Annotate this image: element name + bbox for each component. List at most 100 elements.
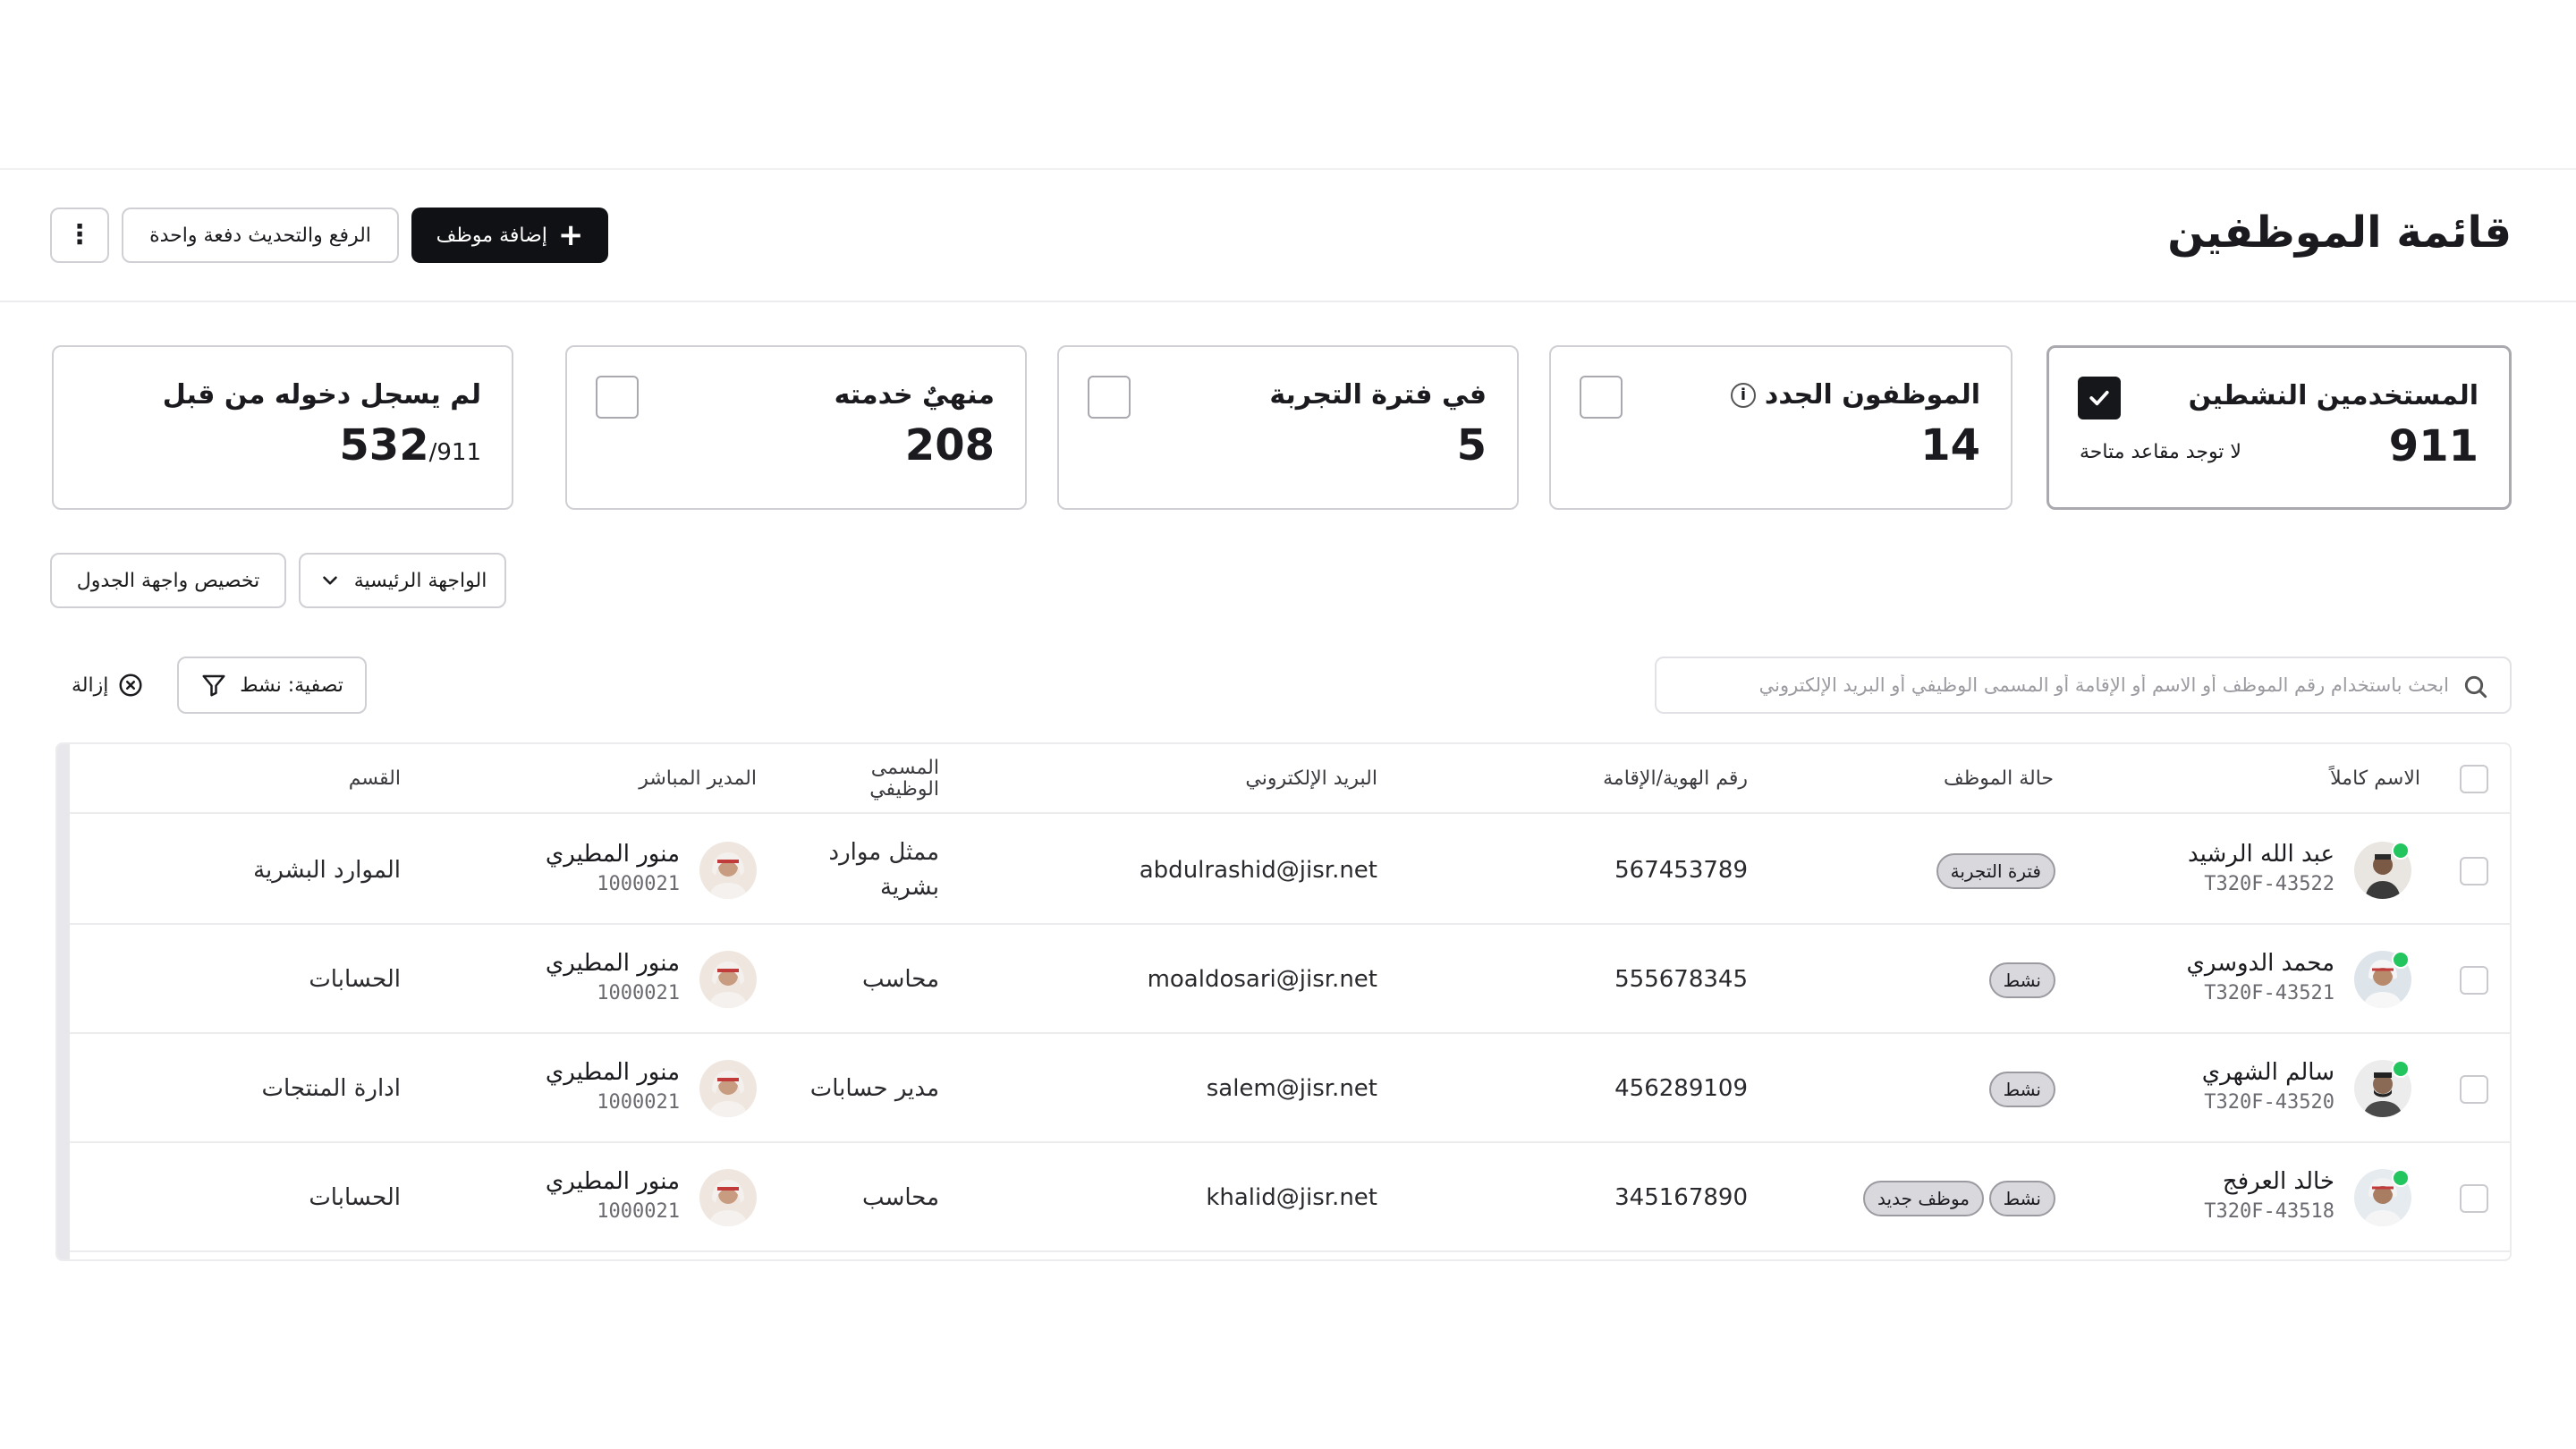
stat-card-active-users[interactable]: المستخدمين النشطين 911 لا توجد مقاعد متا… [2046, 345, 2512, 510]
employee-code: T320F-43518 [2204, 1200, 2334, 1223]
manager-name-block: منور المطيري 1000021 [546, 950, 680, 1004]
employee-table: الاسم كاملاً حالة الموظف رقم الهوية/الإق… [55, 742, 2512, 1261]
stat-checkbox-terminated[interactable] [596, 376, 639, 419]
manager-name: منور المطيري [545, 841, 680, 868]
status-badge: نشط [1988, 1181, 2055, 1216]
column-header-id[interactable]: رقم الهوية/الإقامة [1603, 744, 1748, 814]
stat-value: 14 [1920, 420, 1980, 470]
column-header-status[interactable]: حالة الموظف [1944, 744, 2054, 814]
stat-value: 532 [339, 420, 429, 470]
stat-title: في فترة التجربة [1269, 379, 1487, 411]
clear-filter-label: إزالة [72, 674, 109, 697]
column-header-email[interactable]: البريد الإلكتروني [1245, 744, 1377, 814]
page-header: قائمة الموظفين + إضافة موظف الرفع والتحد… [0, 172, 2576, 302]
add-employee-button[interactable]: + إضافة موظف [411, 208, 608, 263]
job-title: محاسب [862, 966, 939, 993]
check-icon [2089, 390, 2109, 406]
manager-avatar [699, 951, 757, 1008]
column-header-job-title[interactable]: المسمى الوظيفي [859, 744, 939, 814]
manager-name: منور المطيري [545, 950, 680, 977]
table-row[interactable]: محمد الدوسري T320F-43521 نشط 555678345 m… [70, 925, 2510, 1034]
email[interactable]: abdulrashid@jisr.net [1140, 816, 1377, 925]
stat-title: منهيٌ خدمته [834, 379, 995, 411]
manager-code: 1000021 [597, 873, 680, 895]
customize-table-label: تخصيص واجهة الجدول [76, 569, 260, 592]
row-checkbox[interactable] [2460, 966, 2488, 995]
department: الموارد البشرية [253, 857, 401, 884]
top-bar [0, 0, 2576, 170]
stat-card-never-logged-in[interactable]: لم يسجل دخوله من قبل 532/911 [52, 345, 513, 510]
search-input[interactable] [1716, 667, 2449, 703]
search-icon [2464, 675, 2487, 699]
employee-name: خالد العرفج [2222, 1168, 2334, 1195]
table-row[interactable]: عبد الله الرشيد T320F-43522 فترة التجربة… [70, 816, 2510, 925]
table-row[interactable]: سالم الشهري T320F-43520 نشط 456289109 sa… [70, 1034, 2510, 1143]
active-filter-label: تصفية: نشط [240, 674, 343, 697]
main-view-dropdown[interactable]: الواجهة الرئيسية [299, 553, 506, 608]
stat-note: لا توجد مقاعد متاحة [2080, 441, 2241, 463]
email[interactable]: moaldosari@jisr.net [1148, 925, 1377, 1034]
new-employee-badge: موظف جديد [1863, 1181, 1984, 1216]
stat-checkbox-active-users[interactable] [2078, 377, 2121, 419]
table-row[interactable]: خالد العرفج T320F-43518 نشط موظف جديد 34… [70, 1143, 2510, 1252]
id-number: 345167890 [1614, 1184, 1748, 1211]
bulk-upload-label: الرفع والتحديث دفعة واحدة [149, 224, 371, 247]
employee-name-block[interactable]: محمد الدوسري T320F-43521 [2187, 950, 2334, 1004]
employee-code: T320F-43520 [2204, 1091, 2334, 1114]
manager-name: منور المطيري [545, 1059, 680, 1086]
manager-name-block: منور المطيري 1000021 [546, 1168, 680, 1223]
department: ادارة المنتجات [261, 1075, 401, 1102]
employee-code: T320F-43521 [2204, 982, 2334, 1004]
status-badge: نشط [1988, 1072, 2055, 1107]
info-icon[interactable]: i [1730, 382, 1756, 408]
email[interactable]: khalid@jisr.net [1206, 1143, 1377, 1252]
id-number: 456289109 [1614, 1075, 1748, 1102]
stat-title: لم يسجل دخوله من قبل [162, 379, 481, 411]
department: الحسابات [309, 966, 401, 993]
plus-icon: + [557, 217, 584, 253]
bulk-upload-button[interactable]: الرفع والتحديث دفعة واحدة [122, 208, 399, 263]
select-all-checkbox[interactable] [2460, 765, 2488, 793]
stat-value: 208 [904, 420, 995, 470]
clear-filter-button[interactable]: إزالة [72, 669, 144, 701]
close-circle-icon [119, 674, 142, 697]
column-header-department[interactable]: القسم [349, 744, 401, 814]
online-indicator [2392, 1169, 2410, 1187]
column-header-name[interactable]: الاسم كاملاً [2330, 744, 2420, 814]
column-header-manager[interactable]: المدير المباشر [639, 744, 757, 814]
email[interactable]: salem@jisr.net [1207, 1034, 1377, 1143]
stat-card-terminated[interactable]: منهيٌ خدمته 208 [565, 345, 1027, 510]
table-header: الاسم كاملاً حالة الموظف رقم الهوية/الإق… [70, 744, 2510, 814]
row-checkbox[interactable] [2460, 857, 2488, 886]
main-view-label: الواجهة الرئيسية [353, 569, 487, 592]
chevron-down-icon [322, 576, 337, 585]
more-options-button[interactable]: ⋮ [50, 208, 109, 263]
horizontal-scrollbar[interactable] [57, 744, 70, 1259]
stat-title-wrap: الموظفون الجدد i [1730, 379, 1980, 411]
manager-code: 1000021 [597, 982, 680, 1004]
stat-title: المستخدمين النشطين [2188, 380, 2479, 411]
stat-checkbox-probation[interactable] [1088, 376, 1131, 419]
stat-value: 5 [1456, 420, 1487, 470]
online-indicator [2392, 951, 2410, 969]
stat-card-new-employees[interactable]: الموظفون الجدد i 14 [1549, 345, 2012, 510]
customize-table-button[interactable]: تخصيص واجهة الجدول [50, 553, 286, 608]
id-number: 555678345 [1614, 966, 1748, 993]
employee-name: محمد الدوسري [2186, 950, 2334, 977]
employee-name-block[interactable]: سالم الشهري T320F-43520 [2202, 1059, 2334, 1114]
stat-card-probation[interactable]: في فترة التجربة 5 [1057, 345, 1519, 510]
online-indicator [2392, 842, 2410, 860]
employee-name: سالم الشهري [2201, 1059, 2334, 1086]
department: الحسابات [309, 1184, 401, 1211]
manager-avatar [699, 1060, 757, 1117]
row-checkbox[interactable] [2460, 1075, 2488, 1104]
stat-checkbox-new-employees[interactable] [1580, 376, 1623, 419]
employee-search[interactable] [1655, 657, 2512, 714]
employee-name-block[interactable]: خالد العرفج T320F-43518 [2204, 1168, 2334, 1223]
row-checkbox[interactable] [2460, 1184, 2488, 1213]
manager-code: 1000021 [597, 1091, 680, 1114]
manager-code: 1000021 [597, 1200, 680, 1223]
active-filter-button[interactable]: تصفية: نشط [177, 657, 367, 714]
employee-name-block[interactable]: عبد الله الرشيد T320F-43522 [2188, 841, 2334, 895]
more-vertical-icon: ⋮ [66, 219, 93, 250]
